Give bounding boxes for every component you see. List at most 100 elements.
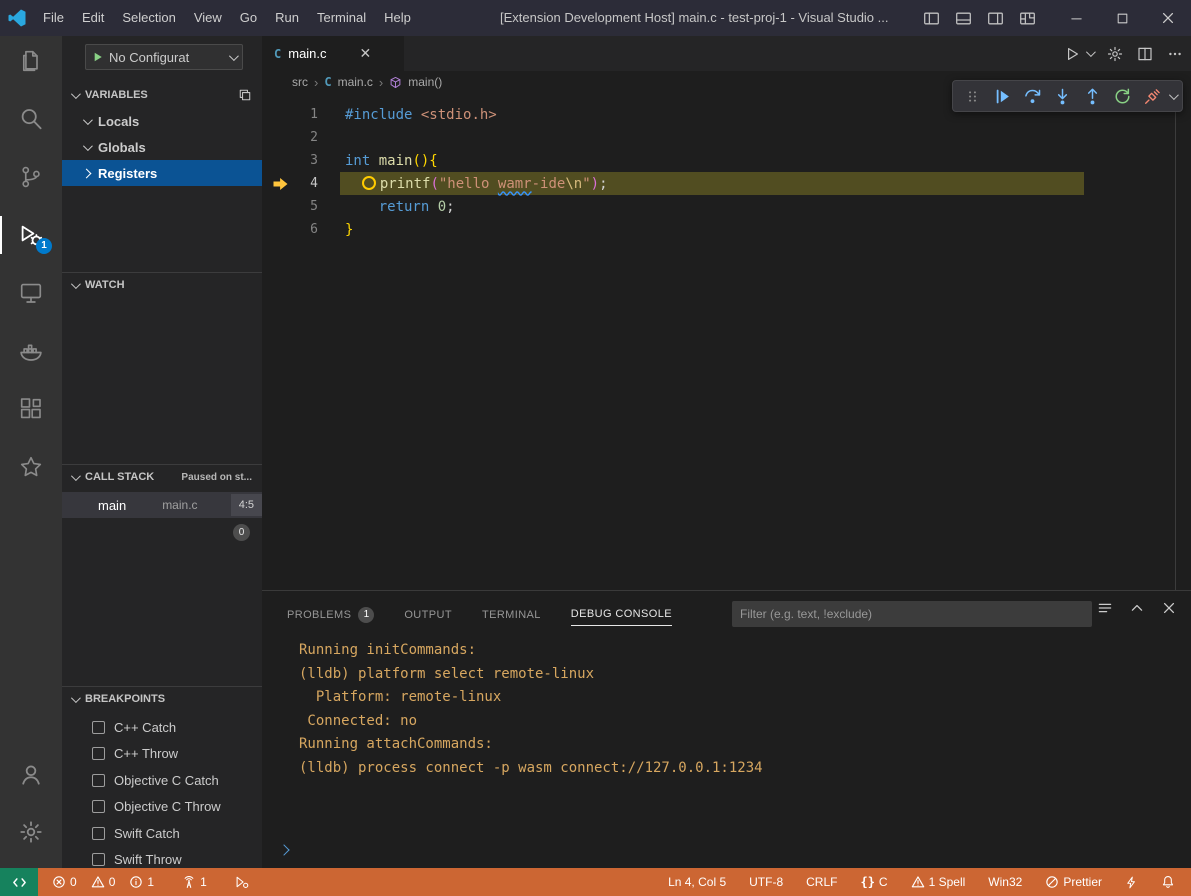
panel-tab-output[interactable]: OUTPUT: [404, 603, 452, 626]
console-menu-icon[interactable]: [1097, 600, 1113, 616]
breakpoints-section-header[interactable]: BREAKPOINTS: [62, 688, 262, 710]
code-line-5[interactable]: 5 return 0;: [262, 195, 1191, 218]
editor-scrollbar[interactable]: [1175, 93, 1176, 590]
info-indicator[interactable]: 1: [127, 868, 156, 896]
line-number[interactable]: 4: [262, 176, 318, 191]
panel-tab-debug-console[interactable]: DEBUG CONSOLE: [571, 602, 672, 626]
zap-status[interactable]: [1123, 868, 1140, 896]
settings-gear-icon[interactable]: [1107, 46, 1123, 62]
debug-config-dropdown[interactable]: No Configurat: [85, 44, 243, 70]
activity-remote-explorer[interactable]: [0, 272, 62, 314]
menu-file[interactable]: File: [34, 5, 73, 31]
spell-checker-status[interactable]: 1 Spell: [909, 868, 968, 896]
inline-breakpoint-icon[interactable]: [362, 176, 376, 190]
breakpoint-checkbox[interactable]: [92, 747, 105, 760]
code-text[interactable]: }: [345, 222, 353, 238]
activity-star[interactable]: [0, 446, 62, 488]
copy-icon[interactable]: [238, 88, 252, 102]
tab-main-c[interactable]: C main.c ✕: [262, 36, 404, 71]
cursor-position-status[interactable]: Ln 4, Col 5: [666, 868, 728, 896]
code-text[interactable]: int main(){: [345, 153, 438, 169]
activity-explorer[interactable]: [0, 40, 62, 82]
code-editor[interactable]: 1 #include <stdio.h> 2 3 int main(){ 4 printf…: [262, 93, 1191, 590]
notifications-status[interactable]: [1159, 868, 1177, 896]
maximize-button[interactable]: [1099, 0, 1145, 36]
menu-edit[interactable]: Edit: [73, 5, 113, 31]
close-panel-icon[interactable]: [1161, 600, 1177, 616]
call-stack-frame[interactable]: main main.c 4:5: [62, 492, 262, 518]
encoding-status[interactable]: UTF-8: [747, 868, 785, 896]
minimize-button[interactable]: [1053, 0, 1099, 36]
continue-button[interactable]: [989, 83, 1015, 109]
breakpoint-checkbox[interactable]: [92, 827, 105, 840]
menu-run[interactable]: Run: [266, 5, 308, 31]
activity-source-control[interactable]: [0, 156, 62, 198]
menu-help[interactable]: Help: [375, 5, 420, 31]
step-over-button[interactable]: [1019, 83, 1045, 109]
close-button[interactable]: [1145, 0, 1191, 36]
activity-extensions[interactable]: [0, 388, 62, 430]
activity-docker[interactable]: [0, 330, 62, 372]
panel-tab-terminal[interactable]: TERMINAL: [482, 603, 541, 626]
code-text[interactable]: #include <stdio.h>: [345, 107, 497, 123]
breakpoint-checkbox[interactable]: [92, 774, 105, 787]
breakpoint-checkbox[interactable]: [92, 721, 105, 734]
layout-sidebar-icon[interactable]: [919, 6, 943, 30]
panel-tab-problems[interactable]: PROBLEMS1: [287, 601, 374, 628]
variables-item-registers[interactable]: Registers: [62, 160, 262, 186]
breakpoint-objective-c-throw[interactable]: Objective C Throw: [62, 794, 262, 820]
line-number[interactable]: 5: [262, 199, 318, 214]
console-filter-input[interactable]: [732, 601, 1092, 627]
chevron-down-icon[interactable]: [1169, 90, 1179, 100]
code-line-2[interactable]: 2: [262, 126, 1191, 149]
code-line-6[interactable]: 6}: [262, 218, 1191, 241]
line-number[interactable]: 6: [262, 222, 318, 237]
breakpoint-objective-c-catch[interactable]: Objective C Catch: [62, 767, 262, 793]
breakpoint-swift-catch[interactable]: Swift Catch: [62, 820, 262, 846]
menu-terminal[interactable]: Terminal: [308, 5, 375, 31]
variables-item-locals[interactable]: Locals: [62, 108, 262, 134]
breadcrumb-symbol[interactable]: main(): [408, 75, 442, 89]
breakpoint-checkbox[interactable]: [92, 853, 105, 866]
debug-console-input[interactable]: [280, 840, 1180, 860]
platform-status[interactable]: Win32: [986, 868, 1024, 896]
watch-section-header[interactable]: WATCH: [62, 274, 262, 296]
code-line-3[interactable]: 3 int main(){: [262, 149, 1191, 172]
step-into-button[interactable]: [1049, 83, 1075, 109]
warning-indicator[interactable]: 0: [89, 868, 118, 896]
layout-panel-icon[interactable]: [951, 6, 975, 30]
eol-status[interactable]: CRLF: [804, 868, 839, 896]
activity-run-and-debug[interactable]: 1: [0, 214, 62, 256]
breakpoint-checkbox[interactable]: [92, 800, 105, 813]
language-mode-status[interactable]: {}C: [858, 868, 889, 896]
breakpoint-swift-throw[interactable]: Swift Throw: [62, 847, 262, 869]
maximize-panel-icon[interactable]: [1129, 600, 1145, 616]
code-line-4[interactable]: 4 printf("hello wamr-ide\n");: [262, 172, 1191, 195]
menu-selection[interactable]: Selection: [113, 5, 184, 31]
breadcrumb-folder[interactable]: src: [292, 75, 308, 89]
activity-accounts[interactable]: [0, 754, 62, 796]
breakpoint-c-throw[interactable]: C++ Throw: [62, 741, 262, 767]
line-number[interactable]: 2: [262, 130, 318, 145]
line-number[interactable]: 1: [262, 107, 318, 122]
disconnect-button[interactable]: [1139, 83, 1165, 109]
menu-go[interactable]: Go: [231, 5, 266, 31]
error-indicator[interactable]: 0: [50, 868, 79, 896]
more-actions-icon[interactable]: [1167, 46, 1183, 62]
variables-item-globals[interactable]: Globals: [62, 134, 262, 160]
line-number[interactable]: 3: [262, 153, 318, 168]
menu-view[interactable]: View: [185, 5, 231, 31]
close-tab-icon[interactable]: ✕: [360, 45, 372, 62]
remote-indicator[interactable]: [0, 868, 38, 896]
radio-tower-indicator[interactable]: 1: [180, 868, 209, 896]
variables-section-header[interactable]: VARIABLES: [62, 84, 262, 106]
prettier-status[interactable]: Prettier: [1043, 868, 1104, 896]
restart-button[interactable]: [1109, 83, 1135, 109]
activity-search[interactable]: [0, 98, 62, 140]
step-out-button[interactable]: [1079, 83, 1105, 109]
call-stack-section-header[interactable]: CALL STACK Paused on st...: [62, 466, 262, 488]
layout-secondary-icon[interactable]: [983, 6, 1007, 30]
start-debug-icon[interactable]: [92, 51, 104, 63]
activity-settings[interactable]: [0, 811, 62, 853]
breadcrumb-file[interactable]: main.c: [338, 75, 373, 89]
